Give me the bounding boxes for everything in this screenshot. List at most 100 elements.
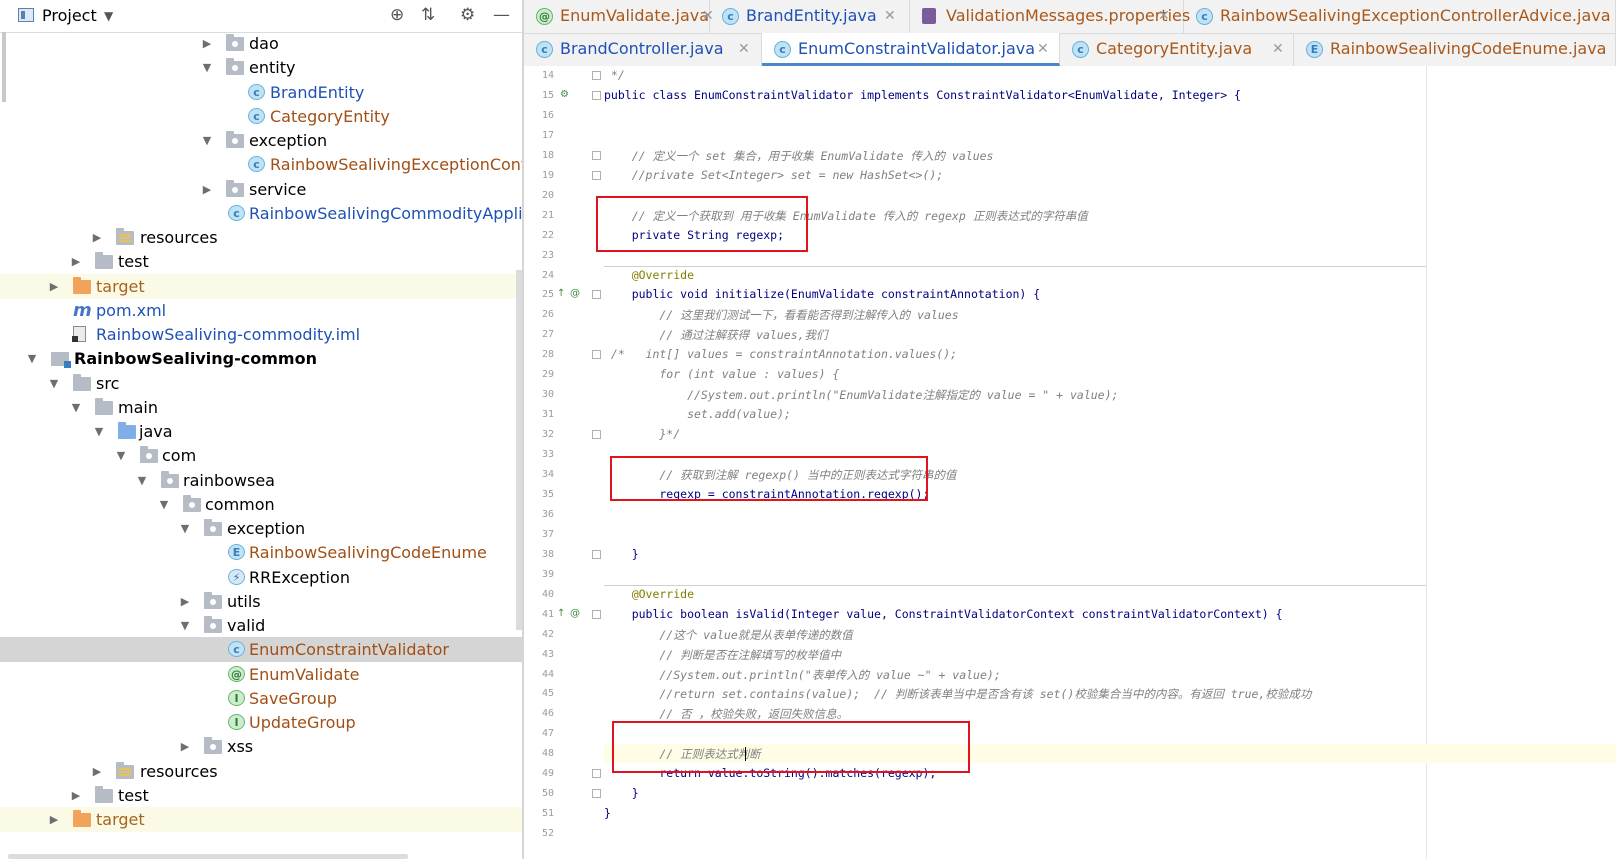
tree-node[interactable]: @ EnumValidate: [0, 662, 522, 687]
tree-node[interactable]: c RainbowSealivingCommodityApplica: [0, 201, 522, 226]
close-icon[interactable]: ✕: [738, 33, 750, 65]
project-view-selector[interactable]: Project: [42, 6, 97, 25]
code-line[interactable]: @Override: [604, 587, 694, 601]
tree-node[interactable]: ▼ src: [0, 371, 522, 396]
expand-arrow-right-icon[interactable]: ▶: [70, 249, 82, 274]
code-line[interactable]: //System.out.println("EnumValidate注解指定的 …: [604, 387, 1118, 403]
code-line[interactable]: */: [604, 68, 625, 82]
code-line[interactable]: for (int value : values) {: [604, 367, 839, 381]
fold-marker-icon[interactable]: [592, 150, 601, 160]
override-icon[interactable]: ↑: [557, 288, 565, 299]
tree-node[interactable]: ▶ target: [0, 273, 522, 299]
code-line[interactable]: // 这里我们测试一下，看看能否得到注解传入的 values: [604, 307, 958, 323]
fold-marker-icon[interactable]: [592, 549, 601, 559]
fold-marker-icon[interactable]: [592, 350, 601, 360]
tree-node[interactable]: ▶ test: [0, 783, 522, 808]
expand-arrow-down-icon[interactable]: ▼: [70, 395, 82, 420]
expand-arrow-right-icon[interactable]: ▶: [91, 225, 103, 250]
code-line[interactable]: //private Set<Integer> set = new HashSet…: [604, 168, 944, 182]
tree-node[interactable]: c EnumConstraintValidator: [0, 637, 522, 663]
tree-node[interactable]: ▶ utils: [0, 589, 522, 614]
expand-arrow-right-icon[interactable]: ▶: [179, 734, 191, 759]
tree-node[interactable]: c RainbowSealivingExceptionContr: [0, 152, 522, 177]
tree-node[interactable]: c CategoryEntity: [0, 104, 522, 129]
close-icon[interactable]: ✕: [1272, 33, 1284, 65]
project-tree[interactable]: ▶ dao ▼ entity c BrandEntity c CategoryEntity ▼ e…: [0, 32, 522, 859]
fold-marker-icon[interactable]: [592, 170, 601, 180]
tree-node[interactable]: ▼ rainbowsea: [0, 468, 522, 493]
code-line[interactable]: set.add(value);: [604, 407, 791, 421]
tree-node[interactable]: RainbowSealiving-commodity.iml: [0, 322, 522, 347]
expand-arrow-down-icon[interactable]: ▼: [179, 516, 191, 541]
tree-node[interactable]: I UpdateGroup: [0, 710, 522, 735]
code-line[interactable]: /* int[] values = constraintAnnotation.v…: [604, 347, 957, 361]
code-line[interactable]: }: [604, 786, 639, 800]
code-line[interactable]: //System.out.println("表单传入的 value ~" + v…: [604, 667, 1000, 683]
expand-arrow-right-icon[interactable]: ▶: [179, 589, 191, 614]
editor-tab[interactable]: @ EnumValidate.java ✕: [524, 0, 714, 33]
editor-tab[interactable]: c CategoryEntity.java ✕: [1060, 33, 1294, 66]
code-line[interactable]: //return set.contains(value); // 判断该表单当中…: [604, 686, 1311, 702]
fold-marker-icon[interactable]: [592, 789, 601, 799]
fold-marker-icon[interactable]: [592, 71, 601, 80]
expand-arrow-down-icon[interactable]: ▼: [48, 371, 60, 396]
spring-bean-icon[interactable]: ⚙: [560, 89, 569, 100]
expand-arrow-down-icon[interactable]: ▼: [201, 55, 213, 80]
code-line[interactable]: //这个 value就是从表单传递的数值: [604, 627, 852, 643]
code-editor[interactable]: 14 15 16 17 18 19 20 21 22 23 24 25 26 27 28 29 30 31 32 33…: [524, 66, 1616, 859]
fold-marker-icon[interactable]: [592, 609, 601, 619]
tree-node[interactable]: ▶ xss: [0, 734, 522, 759]
code-line[interactable]: // 通过注解获得 values,我们: [604, 327, 827, 343]
editor-tab[interactable]: c BrandController.java ✕: [524, 33, 762, 66]
override-icon[interactable]: ↑: [557, 608, 565, 619]
tree-node[interactable]: m pom.xml: [0, 298, 522, 323]
expand-arrow-right-icon[interactable]: ▶: [91, 759, 103, 784]
expand-arrow-right-icon[interactable]: ▶: [48, 807, 60, 832]
expand-arrow-down-icon[interactable]: ▼: [26, 346, 38, 371]
tree-node[interactable]: ▶ dao: [0, 31, 522, 56]
fold-marker-icon[interactable]: [592, 430, 601, 440]
tree-node[interactable]: ▼ exception: [0, 128, 522, 153]
code-line[interactable]: }: [604, 547, 639, 561]
tree-node[interactable]: ⚡ RRException: [0, 565, 522, 590]
minimize-icon[interactable]: —: [493, 5, 510, 25]
tree-node[interactable]: ▶ resources: [0, 225, 522, 250]
expand-arrow-right-icon[interactable]: ▶: [48, 274, 60, 299]
fold-marker-icon[interactable]: [592, 769, 601, 779]
code-line[interactable]: @Override: [604, 268, 694, 282]
code-line[interactable]: // 否 ，校验失败，返回失败信息。: [604, 706, 848, 722]
code-line[interactable]: public boolean isValid(Integer value, Co…: [604, 607, 1283, 621]
tree-node[interactable]: ▼ common: [0, 492, 522, 517]
tree-horizontal-scrollbar[interactable]: [8, 854, 408, 859]
code-line[interactable]: }: [604, 806, 611, 820]
expand-arrow-right-icon[interactable]: ▶: [201, 177, 213, 202]
expand-arrow-down-icon[interactable]: ▼: [115, 443, 127, 468]
tree-node[interactable]: ▶ resources: [0, 759, 522, 784]
collapse-icon[interactable]: ⇅: [421, 5, 435, 25]
tree-node[interactable]: ▼ entity: [0, 55, 522, 80]
expand-arrow-down-icon[interactable]: ▼: [201, 128, 213, 153]
expand-arrow-right-icon[interactable]: ▶: [70, 783, 82, 808]
tree-node[interactable]: ▼ RainbowSealiving-common: [0, 346, 522, 371]
tree-node[interactable]: ▼ valid: [0, 613, 522, 638]
editor-tab[interactable]: c BrandEntity.java ✕: [710, 0, 910, 33]
close-icon[interactable]: ✕: [1037, 33, 1049, 65]
editor-tab[interactable]: ValidationMessages.properties ✕: [910, 0, 1190, 33]
tree-node[interactable]: ▼ java: [0, 419, 522, 444]
editor-tab[interactable]: E RainbowSealivingCodeEnume.java: [1294, 33, 1616, 66]
target-icon[interactable]: ⊕: [390, 5, 404, 25]
code-line[interactable]: public void initialize(EnumValidate cons…: [604, 287, 1041, 301]
tree-node[interactable]: ▼ exception: [0, 516, 522, 541]
expand-arrow-down-icon[interactable]: ▼: [136, 468, 148, 493]
tree-node[interactable]: c BrandEntity: [0, 80, 522, 105]
expand-arrow-down-icon[interactable]: ▼: [93, 419, 105, 444]
tree-node[interactable]: ▶ test: [0, 249, 522, 274]
tree-node[interactable]: ▶ target: [0, 807, 522, 832]
code-line[interactable]: // 定义一个 set 集合，用于收集 EnumValidate 传入的 val…: [604, 148, 994, 164]
tree-node[interactable]: E RainbowSealivingCodeEnume: [0, 540, 522, 565]
expand-arrow-down-icon[interactable]: ▼: [158, 492, 170, 517]
close-icon[interactable]: ✕: [884, 0, 896, 32]
tree-node[interactable]: ▼ com: [0, 443, 522, 468]
tree-node[interactable]: I SaveGroup: [0, 686, 522, 711]
code-line[interactable]: // 判断是否在注解填写的枚举值中: [604, 647, 841, 663]
